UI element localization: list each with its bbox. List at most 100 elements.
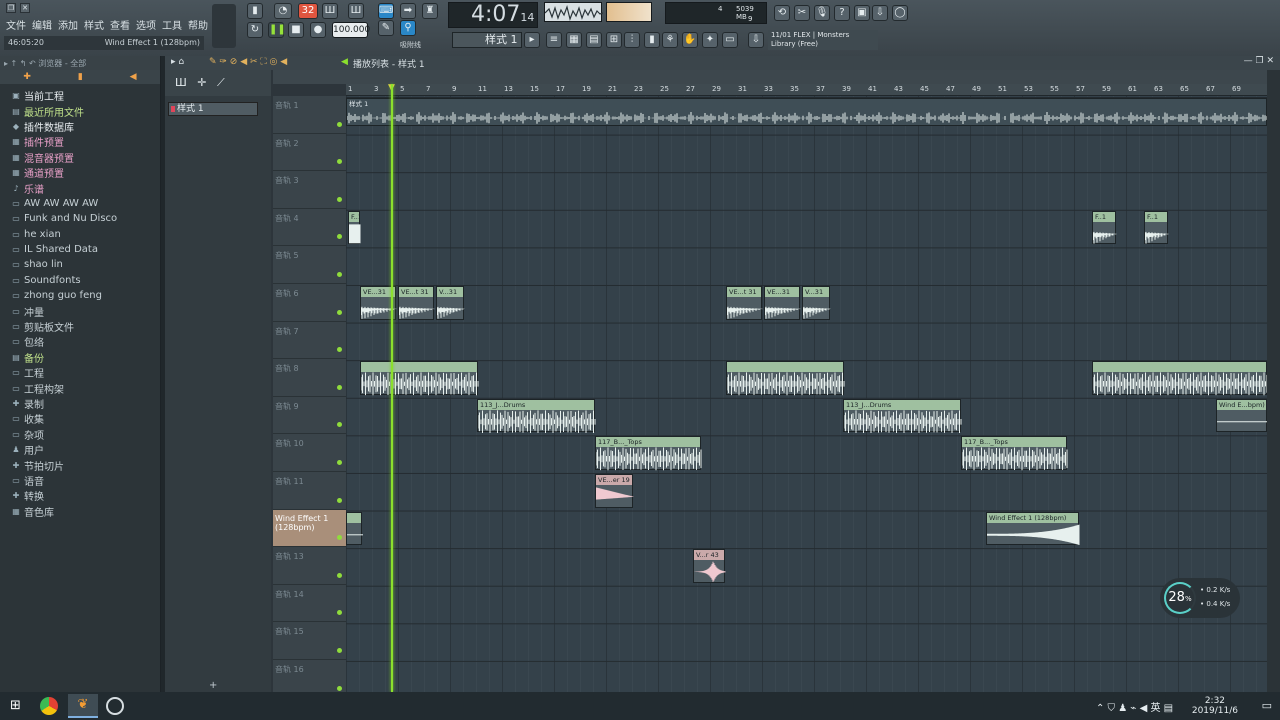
browser-item[interactable]: ▭ 剪贴板文件: [0, 319, 160, 334]
channel-rack-icon[interactable]: ▮: [644, 32, 660, 48]
plugin-picker-icon[interactable]: ⚘: [662, 32, 678, 48]
undo-icon[interactable]: ⟲: [774, 5, 790, 21]
browser-item[interactable]: ▭ Soundfonts: [0, 273, 160, 288]
track-header[interactable]: 音轨 11: [273, 472, 346, 510]
browser-item[interactable]: ✚ 录制: [0, 396, 160, 411]
timeline-ruler[interactable]: 1 3 5 7 9 11 13 15 17 19 21 23 25 27 29 31 33 35 37 39 41 43 4…: [346, 84, 1267, 96]
playlist-clip[interactable]: VE...t 31: [726, 286, 763, 320]
playhead[interactable]: [391, 84, 393, 692]
track-header[interactable]: 音轨 3: [273, 171, 346, 209]
track-header[interactable]: 音轨 10: [273, 434, 346, 472]
piano-roll-icon[interactable]: ▤: [586, 32, 602, 48]
menu-options[interactable]: 选项: [136, 17, 156, 32]
playlist-clip[interactable]: V...r 43: [693, 549, 726, 583]
save-icon[interactable]: ▣: [854, 5, 870, 21]
browser-item[interactable]: ▦ 通道预置: [0, 165, 160, 180]
playlist-clip[interactable]: 样式 1: [346, 98, 1267, 126]
fl-studio-taskbar-icon[interactable]: ❦: [68, 694, 98, 718]
playlist-clip[interactable]: 113_J...Drums: [477, 398, 596, 434]
clock-app-icon[interactable]: [106, 697, 124, 715]
track-mute-led[interactable]: [337, 497, 342, 503]
restore-icon[interactable]: ❐: [6, 3, 16, 13]
browser-item[interactable]: ▭ AW AW AW AW: [0, 196, 160, 211]
add-pattern-icon[interactable]: ▸: [524, 32, 540, 48]
pattern-item[interactable]: 样式 1: [168, 102, 258, 116]
recording-filter-icon[interactable]: ✎: [378, 20, 394, 36]
track-header[interactable]: 音轨 1: [273, 96, 346, 134]
playlist-clip[interactable]: V...31: [802, 286, 831, 320]
notification-icon[interactable]: ▭: [1262, 699, 1272, 712]
add-pattern-plus-icon[interactable]: +: [209, 680, 217, 691]
touch-controller-icon[interactable]: ✋: [682, 32, 698, 48]
track-mute-led[interactable]: [337, 610, 342, 616]
browser-item[interactable]: ▤ 最近所用文件: [0, 103, 160, 119]
play-button[interactable]: ❚❚: [268, 22, 286, 38]
master-volume-knob[interactable]: [212, 4, 236, 48]
tray-icons[interactable]: ⌃ ⛉ ♟ ⌁ ◀ 英 ▤: [1096, 699, 1173, 714]
wait-input-icon[interactable]: Ш: [348, 3, 364, 19]
playlist-menu-icon[interactable]: ▸ ⌂: [171, 57, 184, 67]
vertical-scrollbar[interactable]: [1267, 70, 1280, 692]
pattern-song-toggle[interactable]: ▮: [247, 3, 263, 19]
playlist-clip[interactable]: [726, 361, 845, 396]
browser-sound-icon[interactable]: ◀: [130, 72, 137, 82]
record-button[interactable]: ●: [310, 22, 326, 38]
metronome-toggle-icon[interactable]: ♜: [422, 3, 438, 19]
playlist-window-buttons[interactable]: — ❐ ✕: [1244, 56, 1274, 66]
track-mute-led[interactable]: [337, 572, 342, 578]
track-mute-led[interactable]: [337, 309, 342, 315]
export-icon[interactable]: ⇩: [872, 5, 888, 21]
news-panel[interactable]: 11/01 FLEX | Monsters Library (Free): [768, 30, 878, 50]
track-mute-led[interactable]: [337, 159, 342, 165]
playlist-clip[interactable]: F..1: [348, 210, 361, 245]
track-mute-led[interactable]: [337, 384, 342, 390]
track-mute-led[interactable]: [337, 685, 342, 691]
chat-icon[interactable]: ◯: [892, 5, 908, 21]
pattern-selector[interactable]: 样式 1: [452, 32, 522, 48]
tools-icon[interactable]: ✂: [794, 5, 810, 21]
browser-icon[interactable]: ⊞: [606, 32, 622, 48]
menu-add[interactable]: 添加: [58, 17, 78, 32]
pattern-number[interactable]: 32: [298, 3, 318, 19]
browser-item[interactable]: ▭ he xian: [0, 227, 160, 242]
playlist-clip[interactable]: [346, 511, 363, 546]
browser-item[interactable]: ▭ IL Shared Data: [0, 242, 160, 257]
playlist-clip[interactable]: Wind E...bpm): [1216, 398, 1267, 433]
browser-item[interactable]: ▣ 当前工程: [0, 88, 160, 103]
typing-keyboard-icon[interactable]: ⌨: [378, 3, 394, 19]
browser-item[interactable]: ▭ shao lin: [0, 257, 160, 272]
track-header[interactable]: 音轨 4: [273, 209, 346, 247]
playlist-clip[interactable]: VE...t 31: [398, 286, 435, 320]
playlist-clip[interactable]: Wind Effect 1 (128bpm): [986, 511, 1080, 546]
browser-item[interactable]: ▭ zhong guo feng: [0, 288, 160, 303]
snap-icon[interactable]: ⚲: [400, 20, 416, 36]
step-edit-icon[interactable]: Ш: [322, 3, 338, 19]
track-mute-led[interactable]: [337, 121, 342, 127]
browser-item[interactable]: ▭ 工程构架: [0, 380, 160, 396]
browser-item[interactable]: ▦ 插件预置: [0, 134, 160, 149]
mixer-icon[interactable]: ⫶: [624, 32, 640, 48]
menu-tools[interactable]: 工具: [162, 17, 182, 32]
playlist-clip[interactable]: 117_B..._Tops: [961, 436, 1068, 471]
playlist-play-icon[interactable]: ◀: [341, 57, 348, 67]
playlist-clip[interactable]: [360, 361, 479, 396]
track-header[interactable]: 音轨 6: [273, 284, 346, 322]
pattern-picker-toolbar[interactable]: Ш ✛ ⟋: [165, 70, 271, 96]
playlist-clip[interactable]: VE...er 19: [595, 474, 634, 508]
playlist-grid[interactable]: 样式 1 F..1 F..1 F..1 VE...31 VE...t 31 V...31 VE…: [346, 96, 1267, 692]
countdown-icon[interactable]: ➡: [400, 3, 416, 19]
project-icon[interactable]: ▭: [722, 32, 738, 48]
menu-patterns[interactable]: 样式: [84, 17, 104, 32]
track-mute-led[interactable]: [337, 271, 342, 277]
browser-item[interactable]: ▭ 收集: [0, 411, 160, 426]
chrome-icon[interactable]: [40, 697, 58, 715]
help-icon[interactable]: ?: [834, 5, 850, 21]
track-mute-led[interactable]: [337, 535, 342, 541]
browser-item[interactable]: ▭ Funk and Nu Disco: [0, 211, 160, 226]
download-icon[interactable]: ⇩: [748, 32, 764, 48]
browser-item[interactable]: ▭ 工程: [0, 365, 160, 380]
track-header[interactable]: 音轨 15: [273, 622, 346, 660]
track-header[interactable]: 音轨 14: [273, 585, 346, 623]
track-mute-led[interactable]: [337, 347, 342, 353]
playlist-clip[interactable]: 113_J...Drums: [843, 398, 962, 434]
